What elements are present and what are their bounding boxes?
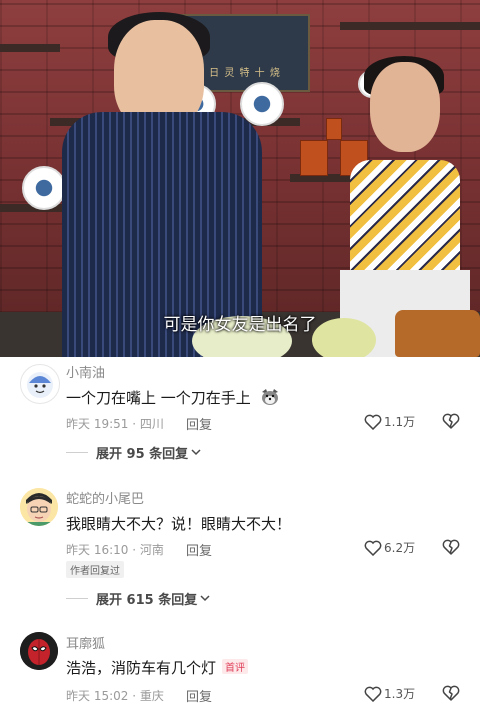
reply-button[interactable]: 回复: [186, 414, 212, 433]
comment-item: 蛇蛇的小尾巴 我眼睛大不大？说！眼睛大不大！ 昨天 16:10 · 河南 回复 …: [0, 482, 480, 612]
shelf: [0, 44, 60, 52]
reply-button[interactable]: 回复: [186, 540, 212, 559]
comment-time-location: 昨天 19:51 · 四川: [66, 417, 164, 431]
chevron-down-icon: [200, 591, 210, 606]
broken-heart-icon: [442, 539, 460, 555]
heart-icon: [364, 414, 382, 430]
expand-replies-label: 展开 615 条回复: [96, 593, 198, 608]
username[interactable]: 耳廓狐: [66, 633, 105, 652]
comment-time-location: 昨天 15:02 · 重庆: [66, 689, 164, 703]
spice-box: [300, 140, 328, 176]
comment-item: 耳廓狐 浩浩，消防车有几个灯 首评 昨天 15:02 · 重庆 回复 1.3万: [0, 628, 480, 707]
comment-text-content: 浩浩，消防车有几个灯: [66, 659, 217, 677]
like-button[interactable]: 6.2万: [364, 539, 415, 556]
comment-text: 浩浩，消防车有几个灯 首评: [66, 657, 249, 678]
dislike-button[interactable]: [442, 539, 460, 559]
broken-heart-icon: [442, 685, 460, 701]
like-count: 1.3万: [384, 687, 416, 701]
avatar[interactable]: [20, 364, 60, 404]
first-comment-badge: 首评: [222, 659, 249, 674]
broken-heart-icon: [442, 413, 460, 429]
expand-replies-button[interactable]: 展开 95 条回复: [66, 443, 201, 462]
dislike-button[interactable]: [442, 685, 460, 705]
comment-text-content: 一个刀在嘴上 一个刀在手上: [66, 389, 251, 407]
expand-replies-button[interactable]: 展开 615 条回复: [66, 589, 210, 608]
username[interactable]: 小南油: [66, 362, 105, 381]
author-replied-badge: 作者回复过: [66, 561, 124, 578]
comment-text: 我眼睛大不大？说！眼睛大不大！: [66, 515, 292, 533]
heart-icon: [364, 686, 382, 702]
heart-icon: [364, 540, 382, 556]
video-subtitle: 可是你女友是出名了: [163, 315, 317, 335]
dog-face-icon: [260, 388, 280, 410]
expand-replies-label: 展开 95 条回复: [96, 447, 189, 462]
like-button[interactable]: 1.3万: [364, 685, 415, 702]
dislike-button[interactable]: [442, 413, 460, 433]
video-player[interactable]: 日 灵 特 十 烧 可是你女友是出名了: [0, 0, 480, 357]
comment-item: 小南油 一个刀在嘴上 一个刀在手上 昨天 19:51 · 四川 回复 1.1万: [0, 357, 480, 469]
decorative-plate: [22, 166, 66, 210]
divider-line: [66, 452, 88, 453]
comment-text: 一个刀在嘴上 一个刀在手上: [66, 387, 280, 410]
username[interactable]: 蛇蛇的小尾巴: [66, 488, 144, 507]
like-count: 6.2万: [384, 541, 416, 555]
chevron-down-icon: [191, 445, 201, 460]
comment-time-location: 昨天 16:10 · 河南: [66, 543, 164, 557]
like-button[interactable]: 1.1万: [364, 413, 415, 430]
shelf: [340, 22, 480, 30]
avatar[interactable]: [20, 632, 58, 670]
like-count: 1.1万: [384, 415, 416, 429]
divider-line: [66, 598, 88, 599]
reply-button[interactable]: 回复: [186, 686, 212, 705]
avatar[interactable]: [20, 488, 58, 526]
